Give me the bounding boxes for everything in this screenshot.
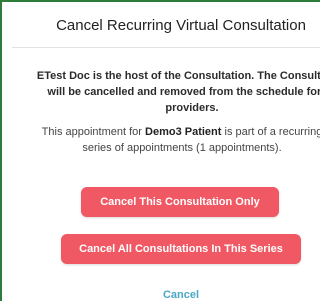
series-message: This appointment for Demo3 Patient is pa… [32,124,320,156]
host-message: ETest Doc is the host of the Consultatio… [36,70,320,114]
series-message-prefix: This appointment for [41,126,146,138]
cancel-this-consultation-button[interactable]: Cancel This Consultation Only [81,187,279,217]
cancel-recurring-dialog: Cancel Recurring Virtual Consultation ET… [0,0,320,301]
cancel-all-consultations-button[interactable]: Cancel All Consultations In This Series [61,234,301,264]
dialog-title: Cancel Recurring Virtual Consultation [56,17,306,34]
cancel-link[interactable]: Cancel [142,289,220,301]
patient-name: Demo3 Patient [145,126,222,138]
title-divider [12,47,320,48]
